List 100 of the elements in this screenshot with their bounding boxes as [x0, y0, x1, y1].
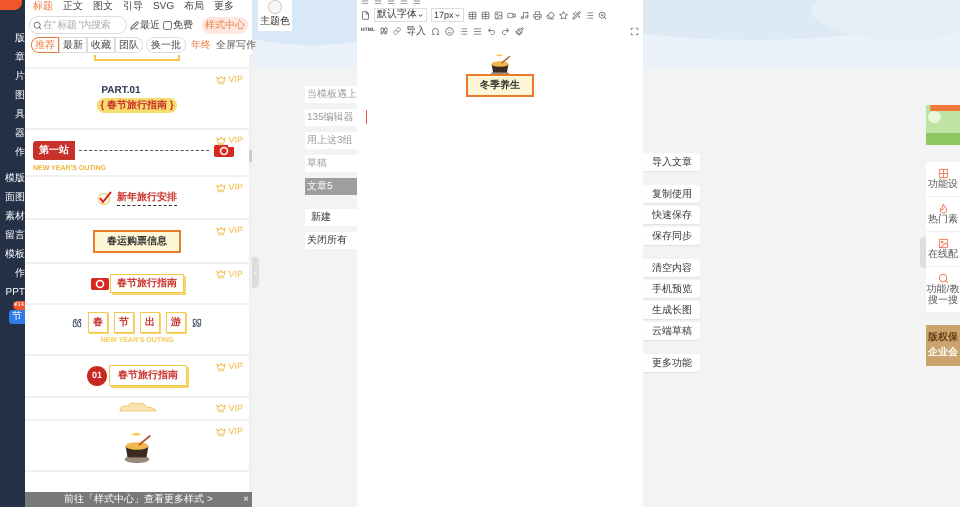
check-icon	[97, 190, 113, 205]
chevron-down-icon	[417, 12, 424, 18]
import-dropdown[interactable]: 导入	[406, 24, 426, 38]
sidebar-item[interactable]: 作	[15, 146, 25, 160]
toolbar-icon[interactable]	[500, 26, 510, 36]
sidebar-item[interactable]: 模版	[5, 172, 25, 186]
action-button[interactable]: 保存同步	[643, 227, 700, 245]
quote-icon	[192, 318, 202, 328]
collapse-handle[interactable]	[920, 237, 926, 268]
tool-button[interactable]: 热门素	[926, 197, 960, 232]
vip-label: VIP	[228, 134, 243, 148]
shuffle-button[interactable]: 换一批	[146, 37, 186, 53]
close-all-button[interactable]: 关闭所有	[305, 232, 357, 249]
style-card[interactable]: 春节旅行指南 VIP	[25, 264, 249, 304]
toolbar-icon[interactable]	[572, 10, 581, 20]
fullscreen-link[interactable]: 全屏写作	[216, 38, 256, 52]
filter-tab[interactable]: 最新	[59, 37, 87, 53]
category-tab[interactable]: 图文	[93, 0, 113, 12]
category-tab[interactable]: 更多	[214, 0, 234, 12]
filter-tab[interactable]: 收藏	[87, 37, 115, 53]
collapse-handle[interactable]	[252, 257, 259, 288]
sidebar-item[interactable]: 片	[15, 70, 25, 84]
category-tab[interactable]: SVG	[153, 0, 174, 12]
crown-icon	[216, 426, 226, 437]
search-field[interactable]: 在" 标题 "内搜索	[29, 16, 127, 34]
toolbar-icon[interactable]	[480, 10, 490, 20]
action-button[interactable]: 生成长图	[643, 301, 700, 319]
character-card: 出	[140, 312, 160, 334]
crown-icon	[216, 226, 226, 236]
style-card[interactable]: PART.01 { 春节旅行指南 } VIP	[25, 68, 249, 128]
action-button[interactable]: 手机预览	[643, 280, 700, 298]
camera-icon	[213, 142, 235, 158]
sidebar-item[interactable]: PPT	[6, 286, 25, 300]
sidebar-item[interactable]: 章	[15, 51, 25, 65]
style-title: 春节旅行指南	[109, 365, 187, 386]
sidebar-item[interactable]: 版	[15, 32, 25, 46]
toolbar-icon[interactable]	[584, 10, 594, 20]
sidebar-item[interactable]: 素材	[5, 210, 25, 224]
toolbar-icon[interactable]	[472, 26, 482, 36]
category-tab[interactable]: 正文	[63, 0, 83, 12]
tool-button[interactable]: 功能/教 搜一搜	[926, 267, 960, 313]
toolbar-icon[interactable]	[468, 10, 477, 20]
character-card: 春	[88, 312, 108, 334]
action-button[interactable]: 云端草稿	[643, 322, 700, 340]
category-tab[interactable]: 布局	[184, 0, 204, 12]
recent-button[interactable]: 最近	[130, 18, 160, 32]
new-article-button[interactable]: 新建	[305, 209, 357, 226]
action-button[interactable]: 清空内容	[643, 259, 700, 277]
toolbar-icon[interactable]	[444, 26, 454, 36]
sidebar-item[interactable]: 器	[15, 127, 25, 141]
grid-icon	[938, 168, 948, 179]
size-select[interactable]: 17px	[431, 8, 464, 22]
sidebar-item[interactable]: 具	[15, 108, 25, 122]
crown-icon	[216, 182, 226, 193]
tool-button[interactable]: 在线配	[926, 232, 960, 267]
toolbar-icon[interactable]	[506, 10, 516, 20]
fullscreen-icon[interactable]	[630, 26, 639, 36]
crown-icon	[216, 74, 226, 85]
sidebar-item[interactable]: 留言	[5, 229, 25, 243]
character-card: 游	[166, 312, 186, 334]
toolbar-icon[interactable]	[598, 10, 607, 20]
sidebar-item[interactable]: 图	[15, 89, 25, 103]
scrollbar[interactable]	[249, 150, 252, 162]
free-checkbox[interactable]	[163, 20, 172, 30]
tool-button[interactable]: 功能设	[926, 162, 960, 197]
toolbar-icon[interactable]	[520, 10, 529, 20]
free-label: 免费	[173, 18, 193, 32]
style-card[interactable]: 01 春节旅行指南 VIP	[25, 356, 249, 396]
sidebar-item[interactable]: 模板	[5, 248, 25, 262]
action-button[interactable]: 快速保存	[643, 206, 700, 224]
sidebar-item[interactable]: 作	[15, 267, 25, 281]
close-button[interactable]: ×	[243, 494, 249, 504]
link-icon[interactable]	[392, 27, 401, 35]
toolbar-icon[interactable]	[546, 10, 555, 20]
style-card[interactable]: 新年旅行安排 VIP	[25, 177, 249, 218]
vip-card[interactable]: 版权保 企业会	[926, 325, 960, 366]
category-tab[interactable]: 引导	[123, 0, 143, 12]
image-icon	[938, 238, 948, 249]
logo-button[interactable]	[0, 0, 22, 10]
promo-button[interactable]: 节	[9, 310, 25, 324]
toolbar-icon[interactable]	[494, 10, 503, 20]
action-button[interactable]: 导入文章	[643, 153, 700, 171]
station-tag: 第一站	[33, 140, 75, 160]
theme-color-button[interactable]: 主题色	[258, 0, 292, 31]
filter-tab[interactable]: 团队	[115, 37, 143, 53]
quote-icon[interactable]	[380, 27, 388, 35]
toolbar-icon[interactable]	[430, 26, 440, 36]
font-select[interactable]: 默认字体	[374, 8, 427, 22]
action-button[interactable]: 复制使用	[643, 185, 700, 203]
toolbar-icon[interactable]	[486, 26, 496, 36]
style-card[interactable]: 春运购票信息 VIP	[25, 220, 249, 262]
action-button[interactable]: 更多功能	[643, 354, 700, 372]
toolbar-icon[interactable]	[458, 26, 468, 36]
toolbar-icon[interactable]	[514, 26, 524, 36]
notice-text[interactable]: 前往「样式中心」查看更多样式 >	[64, 492, 213, 507]
sidebar-item[interactable]: 面图	[5, 191, 25, 205]
crown-icon	[216, 269, 226, 280]
toolbar-icon[interactable]	[558, 10, 568, 20]
toolbar-icon[interactable]	[532, 10, 542, 20]
file-icon[interactable]	[361, 10, 370, 20]
